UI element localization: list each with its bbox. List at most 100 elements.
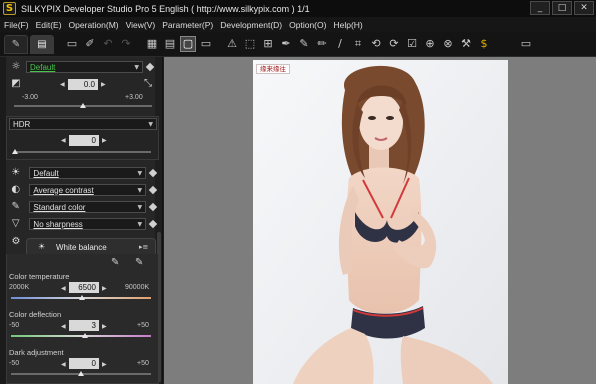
dark-adjustment-min: -50 xyxy=(9,360,20,367)
chevron-down-icon: ▼ xyxy=(137,220,143,228)
maximize-button[interactable]: □ xyxy=(552,1,572,15)
color-pen-icon[interactable]: ✎ xyxy=(6,200,25,214)
tone-preset-dropdown[interactable]: Average contrast ▼ xyxy=(29,184,147,196)
temperature-decrease-icon[interactable]: ◀ xyxy=(61,285,66,292)
white-balance-preset-dropdown[interactable]: Default ▼ xyxy=(29,167,147,179)
view-split-button[interactable]: ▤ xyxy=(162,36,178,52)
parameter-copy-button[interactable]: ⊕ xyxy=(422,36,438,52)
diamond-icon[interactable] xyxy=(145,62,155,72)
dark-adjustment-value[interactable]: 0 xyxy=(69,358,99,369)
menu-parameter[interactable]: Parameter(P) xyxy=(162,20,213,30)
grayscale-picker-button[interactable]: ✎ xyxy=(296,36,312,52)
gray-picker-icon[interactable]: ✎ xyxy=(111,257,119,268)
mark-button[interactable]: ☑ xyxy=(404,36,420,52)
hdr-section: HDR ▼ ◀ 0 ▶ xyxy=(6,116,159,160)
color-deflection-value[interactable]: 3 xyxy=(69,320,99,331)
tab-develop[interactable]: ✎ xyxy=(4,34,28,54)
color-temperature-value[interactable]: 6500 xyxy=(69,282,99,293)
hdr-value[interactable]: 0 xyxy=(69,135,99,146)
preview-area[interactable]: 缘来缘往 xyxy=(164,57,596,384)
export-button[interactable]: $ xyxy=(476,36,492,52)
close-button[interactable]: ✕ xyxy=(574,1,594,15)
skin-picker-button[interactable]: ✏ xyxy=(314,36,330,52)
menu-operation[interactable]: Operation(M) xyxy=(69,20,119,30)
dark-decrease-icon[interactable]: ◀ xyxy=(61,361,66,368)
menu-help[interactable]: Help(H) xyxy=(333,20,362,30)
folder-icon: ▤ xyxy=(37,38,47,50)
photo-preview[interactable]: 缘来缘往 xyxy=(253,60,508,384)
warning-icon: ⚠ xyxy=(227,37,237,50)
monitor-button[interactable]: ▭ xyxy=(518,36,534,52)
undo-button[interactable]: ↶ xyxy=(100,36,116,52)
hdr-dropdown[interactable]: HDR ▼ xyxy=(9,118,157,130)
temperature-increase-icon[interactable]: ▶ xyxy=(102,285,107,292)
view-fullscreen-button[interactable]: ▭ xyxy=(198,36,214,52)
contrast-icon[interactable]: ◐ xyxy=(6,183,25,197)
exposure-value[interactable]: 0.0 xyxy=(68,79,98,90)
deflection-increase-icon[interactable]: ▶ xyxy=(102,323,107,330)
sharpness-icon[interactable]: ▽ xyxy=(6,217,25,231)
color-preset-row: ✎ Standard color ▼ xyxy=(6,200,158,214)
rotate-left-button[interactable]: ⟲ xyxy=(368,36,384,52)
sun-icon: ☀ xyxy=(38,242,46,251)
view-single-button[interactable]: ▢ xyxy=(180,36,196,52)
exposure-increase-icon[interactable]: ▶ xyxy=(101,81,106,88)
exposure-min-label: -3.00 xyxy=(22,94,38,101)
minimize-button[interactable]: _ xyxy=(530,1,550,15)
hdr-slider-track[interactable] xyxy=(15,151,151,153)
develop-button[interactable]: ⚒ xyxy=(458,36,474,52)
menu-edit[interactable]: Edit(E) xyxy=(36,20,62,30)
brush-button[interactable]: ✐ xyxy=(82,36,98,52)
taste-row: ☼ Default ▼ xyxy=(6,60,156,74)
open-folder-button[interactable]: ▭ xyxy=(64,36,80,52)
grid-button[interactable]: ⊞ xyxy=(260,36,276,52)
exposure-icon[interactable]: ◩ xyxy=(6,77,26,91)
section-menu-icon[interactable]: ▸≡ xyxy=(139,243,148,251)
menu-option[interactable]: Option(O) xyxy=(289,20,326,30)
watermark-label: 缘来缘往 xyxy=(256,64,290,74)
eyedropper-icon: ✒ xyxy=(281,37,291,50)
deflection-decrease-icon[interactable]: ◀ xyxy=(61,323,66,330)
hdr-decrease-icon[interactable]: ◀ xyxy=(61,137,66,144)
redo-button[interactable]: ↷ xyxy=(118,36,134,52)
rotate-right-button[interactable]: ⟳ xyxy=(386,36,402,52)
exposure-decrease-icon[interactable]: ◀ xyxy=(60,81,65,88)
sun-icon[interactable]: ☼ xyxy=(6,60,26,74)
color-deflection-slider-track[interactable] xyxy=(11,335,151,337)
paste-params-icon: ⊗ xyxy=(443,37,453,50)
color-temperature-label: Color temperature xyxy=(9,272,70,281)
dark-increase-icon[interactable]: ▶ xyxy=(102,361,107,368)
folder-open-icon: ▭ xyxy=(66,37,78,50)
warning-button[interactable]: ⚠ xyxy=(224,36,240,52)
tab-folder[interactable]: ▤ xyxy=(30,34,54,54)
color-preset-dropdown[interactable]: Standard color ▼ xyxy=(29,201,147,213)
color-deflection-slider-thumb[interactable] xyxy=(82,333,89,338)
chevron-down-icon: ▼ xyxy=(137,169,143,177)
taste-dropdown[interactable]: Default ▼ xyxy=(26,61,143,73)
menu-development[interactable]: Development(D) xyxy=(220,20,282,30)
dark-adjustment-slider-thumb[interactable] xyxy=(78,371,84,376)
sharpness-preset-dropdown[interactable]: No sharpness ▼ xyxy=(29,218,147,230)
skin-picker-icon[interactable]: ✎ xyxy=(135,257,143,268)
parameter-paste-button[interactable]: ⊗ xyxy=(440,36,456,52)
reset-icon[interactable]: ⤡ xyxy=(141,77,155,91)
light-bulb-icon[interactable]: ☀ xyxy=(6,166,25,180)
color-deflection-label: Color deflection xyxy=(9,310,62,319)
color-temperature-slider-thumb[interactable] xyxy=(79,295,86,300)
menu-view[interactable]: View(V) xyxy=(126,20,156,30)
view-thumbnail-button[interactable]: ▦ xyxy=(144,36,160,52)
window-title: SILKYPIX Developer Studio Pro 5 English … xyxy=(21,3,310,14)
fit-button[interactable]: ⬚ xyxy=(242,36,258,52)
hdr-slider-thumb[interactable] xyxy=(12,149,18,154)
dark-adjustment-max: +50 xyxy=(137,360,149,367)
exposure-slider-thumb[interactable] xyxy=(80,103,86,108)
eyedropper-button[interactable]: ✒ xyxy=(278,36,294,52)
settings-cluster-icon[interactable]: ⚙ xyxy=(6,235,26,249)
hdr-increase-icon[interactable]: ▶ xyxy=(102,137,107,144)
color-temperature-min: 2000K xyxy=(9,284,30,291)
hammer-icon: ⚒ xyxy=(461,37,471,50)
crop-button[interactable]: ⌗ xyxy=(350,36,366,52)
color-temperature-max: 90000K xyxy=(125,284,150,291)
spot-button[interactable]: / xyxy=(332,36,348,52)
menu-file[interactable]: File(F) xyxy=(4,20,29,30)
